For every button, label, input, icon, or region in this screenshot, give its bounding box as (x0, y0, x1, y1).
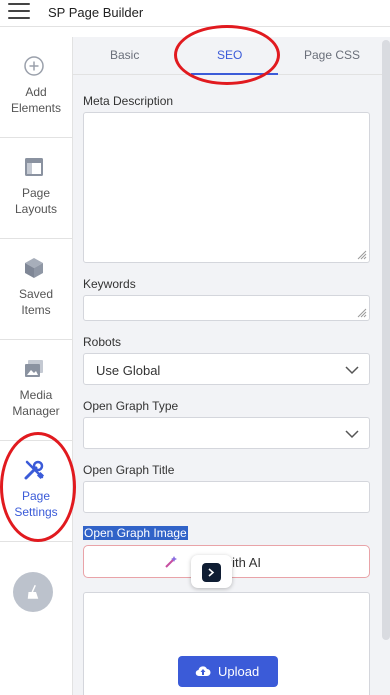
og-image-label: Open Graph Image (83, 526, 188, 540)
og-type-label: Open Graph Type (83, 399, 179, 413)
chevron-down-icon (345, 366, 359, 375)
sidebar-item-label: Add Elements (10, 85, 62, 115)
robots-value: Use Global (96, 363, 161, 378)
robots-select[interactable]: Use Global (83, 353, 370, 385)
meta-description-label: Meta Description (83, 94, 174, 108)
sidebar-item-label: Saved Items (18, 287, 54, 317)
active-tab-indicator (191, 73, 278, 75)
sidebar-item-saved-items[interactable]: Saved Items (0, 239, 72, 340)
broom-button[interactable] (13, 572, 53, 612)
sidebar-item-page-settings[interactable]: Page Settings (0, 441, 72, 542)
extension-icon (202, 563, 221, 582)
menu-icon[interactable] (8, 3, 30, 20)
panel-scrollbar[interactable] (382, 40, 390, 640)
chevron-down-icon (345, 430, 359, 439)
broom-icon (27, 584, 39, 599)
og-type-select[interactable] (83, 417, 370, 449)
resize-handle-icon[interactable] (357, 308, 367, 318)
plus-circle-icon (24, 56, 44, 76)
cube-icon (25, 258, 43, 278)
generate-with-ai-button[interactable]: ate with AI (83, 545, 370, 588)
og-title-label: Open Graph Title (83, 463, 175, 477)
tab-page-css[interactable]: Page CSS (304, 48, 360, 62)
tab-seo[interactable]: SEO (217, 48, 242, 62)
cloud-upload-icon (195, 666, 211, 677)
sidebar-item-label: Media Manager (12, 388, 60, 418)
magic-wand-icon (165, 556, 177, 568)
sidebar-item-media-manager[interactable]: Media Manager (0, 340, 72, 441)
top-bar: SP Page Builder (0, 0, 390, 27)
layout-icon (25, 158, 43, 176)
sidebar-item-label: Page Layouts (14, 186, 58, 216)
settings-panel: Basic SEO Page CSS Meta Description Keyw… (73, 37, 390, 695)
og-image-dropzone[interactable]: Upload (83, 592, 370, 695)
sidebar-item-add-elements[interactable]: Add Elements (0, 37, 72, 138)
robots-label: Robots (83, 335, 122, 349)
app-title: SP Page Builder (48, 5, 144, 20)
meta-description-field[interactable] (83, 112, 370, 263)
upload-label: Upload (218, 664, 260, 679)
images-icon (25, 360, 43, 377)
tab-bar: Basic SEO Page CSS (73, 37, 390, 75)
sidebar: Add Elements Page Layouts Saved Items Me… (0, 37, 73, 695)
sidebar-item-page-layouts[interactable]: Page Layouts (0, 138, 72, 239)
resize-handle-icon[interactable] (357, 250, 367, 260)
og-title-input[interactable] (83, 481, 370, 513)
keywords-field[interactable] (83, 295, 370, 321)
tab-basic[interactable]: Basic (110, 48, 139, 62)
keywords-label: Keywords (83, 277, 136, 291)
upload-button[interactable]: Upload (178, 656, 278, 687)
wrench-screwdriver-icon (24, 460, 45, 480)
extension-overlay-button[interactable] (191, 555, 232, 588)
sidebar-item-label: Page Settings (14, 489, 58, 519)
